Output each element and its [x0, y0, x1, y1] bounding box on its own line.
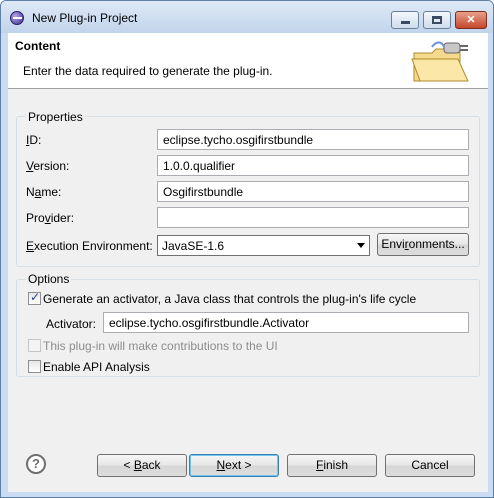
next-button[interactable]: Next >: [189, 454, 279, 477]
name-label: Name:: [26, 185, 62, 199]
chevron-down-icon: [357, 243, 365, 248]
dialog-window: New Plug-in Project ✕ Content Enter the …: [0, 0, 494, 498]
back-button[interactable]: < Back: [97, 454, 187, 477]
help-icon[interactable]: ?: [26, 454, 46, 474]
page-description: Enter the data required to generate the …: [23, 64, 273, 78]
eclipse-icon: [10, 11, 24, 25]
finish-button[interactable]: Finish: [287, 454, 377, 477]
close-icon: ✕: [466, 14, 476, 26]
id-label: ID:: [26, 133, 42, 147]
provider-field[interactable]: [157, 207, 469, 228]
execution-environment-value: JavaSE-1.6: [162, 239, 225, 253]
minimize-button[interactable]: [391, 11, 419, 29]
maximize-icon: [432, 16, 442, 24]
dialog-client-area: Content Enter the data required to gener…: [8, 33, 488, 492]
environments-button[interactable]: Environments...: [377, 233, 469, 256]
cancel-button[interactable]: Cancel: [385, 454, 475, 477]
maximize-button[interactable]: [423, 11, 451, 29]
activator-field[interactable]: eclipse.tycho.osgifirstbundle.Activator: [103, 312, 469, 333]
page-title: Content: [15, 39, 61, 53]
api-analysis-label[interactable]: Enable API Analysis: [43, 360, 150, 374]
close-button[interactable]: ✕: [455, 11, 487, 29]
ui-contribution-checkbox[interactable]: [28, 339, 41, 352]
activator-label: Activator:: [46, 317, 97, 331]
ui-contribution-label: This plug-in will make contributions to …: [43, 339, 278, 353]
name-field[interactable]: Osgifirstbundle: [157, 181, 469, 202]
window-title: New Plug-in Project: [32, 11, 138, 25]
version-field[interactable]: 1.0.0.qualifier: [157, 155, 469, 176]
minimize-icon: [400, 21, 410, 24]
provider-label: Provider:: [26, 211, 75, 225]
id-field[interactable]: eclipse.tycho.osgifirstbundle: [157, 129, 469, 150]
generate-activator-checkbox[interactable]: [28, 290, 41, 305]
execution-environment-select[interactable]: JavaSE-1.6: [157, 235, 370, 256]
generate-activator-label[interactable]: Generate an activator, a Java class that…: [43, 292, 416, 306]
plugin-folder-icon: [411, 41, 469, 82]
version-label: Version:: [26, 159, 70, 173]
options-group-label: Options: [26, 272, 72, 286]
api-analysis-checkbox[interactable]: [28, 360, 41, 373]
wizard-header: Content Enter the data required to gener…: [8, 33, 488, 89]
properties-group-label: Properties: [26, 110, 85, 124]
execution-environment-label: Execution Environment:: [26, 239, 153, 253]
title-bar[interactable]: New Plug-in Project ✕: [1, 1, 493, 33]
